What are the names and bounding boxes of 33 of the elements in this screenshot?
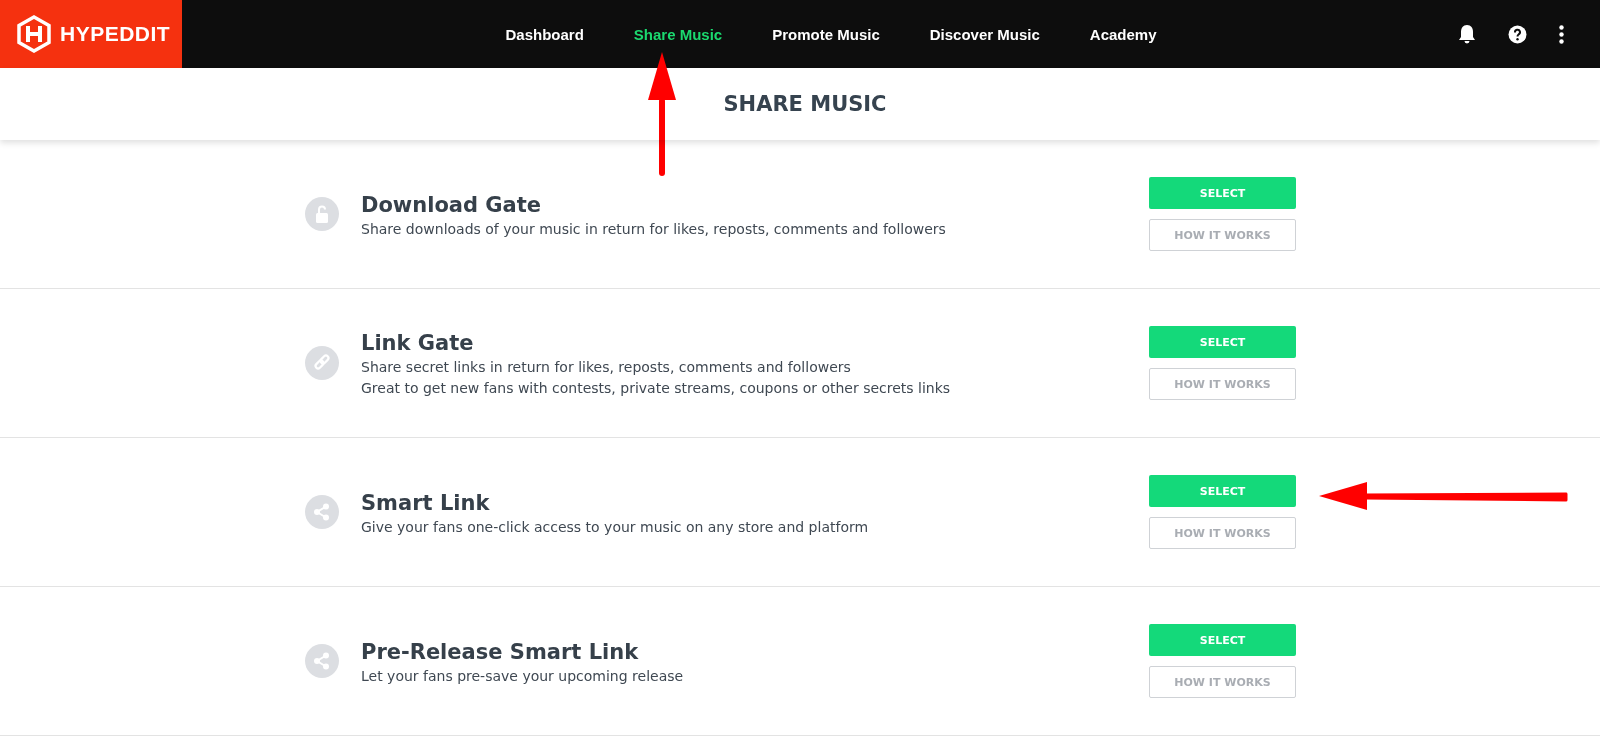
- nav-link[interactable]: Discover Music: [929, 25, 1040, 43]
- how-it-works-button[interactable]: HOW IT WORKS: [1149, 368, 1296, 400]
- more-options-icon[interactable]: [1559, 24, 1564, 44]
- how-it-works-button[interactable]: HOW IT WORKS: [1149, 666, 1296, 698]
- padlock-icon: [305, 197, 339, 231]
- option-title: Download Gate: [361, 192, 543, 217]
- select-button[interactable]: SELECT: [1149, 177, 1296, 209]
- nav-link[interactable]: Share Music: [633, 25, 723, 43]
- select-button[interactable]: SELECT: [1149, 475, 1296, 507]
- select-button[interactable]: SELECT: [1149, 624, 1296, 656]
- option-description: Give your fans one-click access to your music on any store and platform: [361, 517, 870, 537]
- share-icon: [305, 495, 339, 529]
- option-description: Share secret links in return for likes, reposts, comments and followers: [361, 358, 852, 377]
- option-title: Link Gate: [361, 331, 475, 355]
- share-icon: [305, 644, 339, 678]
- option-description: Share downloads of your music in return for likes, reposts, comments and followers: [361, 219, 947, 239]
- how-it-works-button[interactable]: HOW IT WORKS: [1149, 219, 1296, 251]
- how-it-works-button[interactable]: HOW IT WORKS: [1149, 517, 1296, 549]
- nav-link[interactable]: Academy: [1089, 25, 1157, 43]
- select-button[interactable]: SELECT: [1149, 326, 1296, 358]
- help-icon[interactable]: [1508, 24, 1527, 44]
- option-title: Smart Link: [361, 490, 491, 515]
- page-title: SHARE MUSIC: [722, 92, 887, 116]
- nav-link[interactable]: Promote Music: [772, 25, 880, 43]
- option-title: Pre-Release Smart Link: [361, 639, 640, 664]
- nav-link[interactable]: Dashboard: [505, 25, 584, 43]
- chain-link-icon: [305, 346, 339, 380]
- hexagon-logo-icon: [16, 15, 52, 53]
- option-description: Great to get new fans with contests, private streams, coupons or other secrets links: [361, 379, 952, 398]
- brand-name: HYPEDDIT: [60, 22, 171, 46]
- option-description: Let your fans pre-save your upcoming release: [361, 666, 685, 686]
- bell-icon[interactable]: [1458, 24, 1476, 44]
- logo-badge[interactable]: HYPEDDIT: [0, 0, 182, 68]
